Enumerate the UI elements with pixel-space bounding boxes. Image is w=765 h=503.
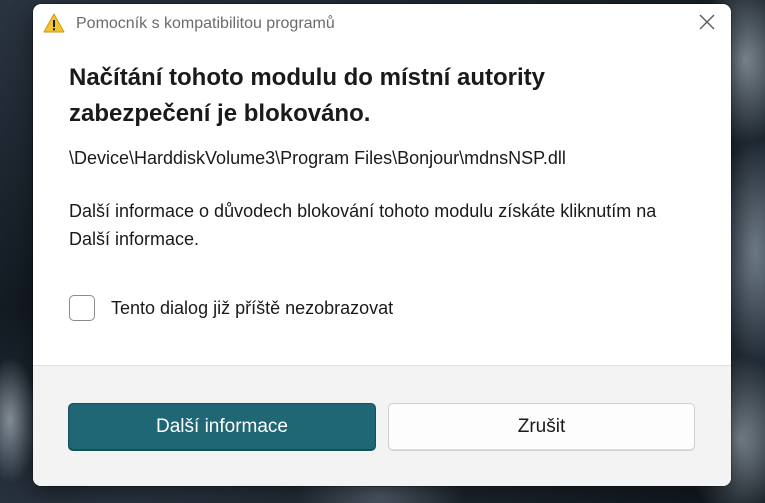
close-button[interactable]: [689, 8, 725, 40]
info-text: Další informace o důvodech blokování toh…: [69, 201, 657, 249]
title-bar: Pomocník s kompatibilitou programů: [33, 4, 731, 44]
close-icon: [699, 14, 715, 35]
cancel-button[interactable]: Zrušit: [388, 403, 695, 451]
warning-icon: [43, 13, 65, 33]
more-info-button[interactable]: Další informace: [68, 403, 376, 451]
window-title: Pomocník s kompatibilitou programů: [76, 15, 335, 32]
dont-show-again-row[interactable]: Tento dialog již příště nezobrazovat: [69, 295, 393, 321]
dialog-footer: Další informace Zrušit: [33, 365, 731, 486]
dont-show-again-checkbox[interactable]: [69, 295, 95, 321]
compatibility-dialog: Pomocník s kompatibilitou programů Načít…: [33, 4, 731, 486]
dont-show-again-label[interactable]: Tento dialog již příště nezobrazovat: [111, 298, 393, 319]
dialog-heading: Načítání tohoto modulu do místní autorit…: [69, 64, 545, 127]
module-path: \Device\HarddiskVolume3\Program Files\Bo…: [69, 148, 566, 168]
